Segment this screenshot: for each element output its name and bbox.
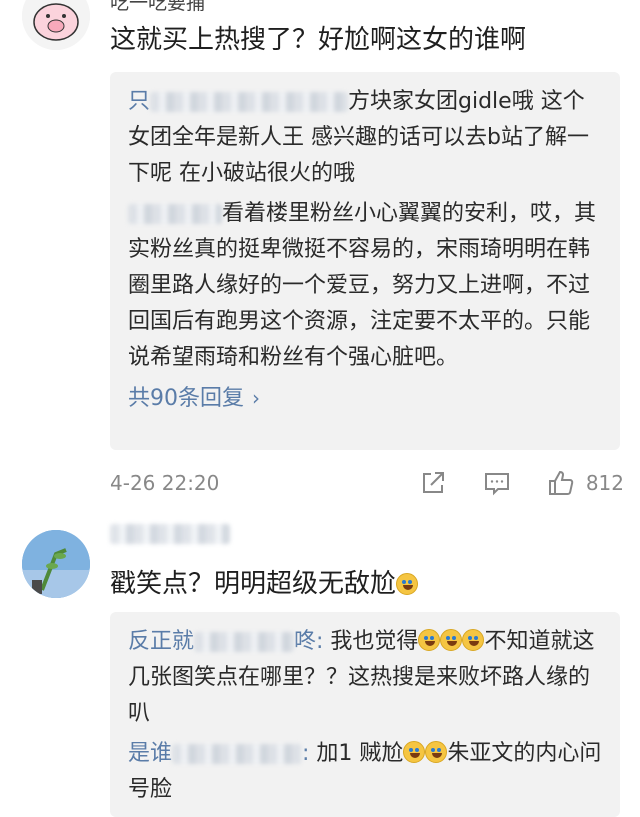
- avatar[interactable]: [22, 0, 90, 50]
- shrug-emoji-icon: [396, 573, 419, 595]
- comment-text: 这就买上热搜了？好尬啊这女的谁啊: [110, 25, 527, 55]
- share-icon: [422, 472, 444, 493]
- more-replies-link[interactable]: 共90条回复 ›: [128, 380, 602, 412]
- blurred-username: [128, 204, 222, 224]
- like-button[interactable]: 812: [546, 468, 624, 498]
- reply-author-suffix: 咚:: [294, 629, 324, 654]
- reply-box[interactable]: 只方块家女团gidle哦 这个女团全年是新人王 感兴趣的话可以去b站了解一下呢 …: [110, 72, 620, 450]
- reply-author[interactable]: 只: [128, 89, 349, 114]
- reply-text: 加1 贼尬: [309, 741, 404, 766]
- reply-text: 看着楼里粉丝小心翼翼的安利，哎，其实粉丝真的挺卑微挺不容易的，宋雨琦明明在韩圈里…: [128, 201, 597, 370]
- reply-author-text: 是谁: [128, 741, 173, 766]
- share-button[interactable]: [418, 468, 448, 498]
- like-count: 812: [585, 471, 624, 495]
- laugh-cry-emoji-icon: [425, 741, 448, 763]
- timestamp: 4-26 22:20: [110, 471, 220, 495]
- comment-username[interactable]: 吃一吃要捕: [110, 0, 310, 14]
- reply-author[interactable]: 是谁:: [128, 741, 309, 766]
- comment-text: 戳笑点？明明超级无敌尬: [110, 566, 624, 602]
- laugh-cry-emoji-icon: [462, 629, 485, 651]
- laugh-cry-emoji-icon: [418, 629, 441, 651]
- reply-author[interactable]: 反正就 咚:: [128, 629, 323, 654]
- comment-username[interactable]: [110, 524, 230, 546]
- reply-item[interactable]: 只方块家女团gidle哦 这个女团全年是新人王 感兴趣的话可以去b站了解一下呢 …: [128, 84, 602, 192]
- comment-item: 吃一吃要捕 这就买上热搜了？好尬啊这女的谁啊 只方块家女团gidle哦 这个女团…: [0, 0, 640, 510]
- comment-item: 戳笑点？明明超级无敌尬 反正就 咚: 我也觉得 不知道就这几张图笑点在哪里？？这热搜…: [0, 510, 640, 817]
- avatar[interactable]: [22, 530, 90, 598]
- reply-author-text: 反正就: [128, 629, 195, 654]
- comment-button[interactable]: [482, 468, 512, 498]
- blurred-username: [110, 524, 230, 544]
- comment-icon: [484, 473, 509, 496]
- reply-text: 我也觉得: [323, 629, 419, 654]
- chevron-right-icon: ›: [252, 386, 260, 410]
- laugh-cry-emoji-icon: [440, 629, 463, 651]
- comment-meta-bar: 4-26 22:20 812: [110, 466, 624, 500]
- comment-text-content: 戳笑点？明明超级无敌尬: [110, 569, 397, 599]
- reply-item[interactable]: 反正就 咚: 我也觉得 不知道就这几张图笑点在哪里？？这热搜是来败坏路人缘的叭: [128, 624, 602, 732]
- reply-box[interactable]: 反正就 咚: 我也觉得 不知道就这几张图笑点在哪里？？这热搜是来败坏路人缘的叭 是谁…: [110, 612, 620, 817]
- reply-author-text: 只: [128, 89, 151, 114]
- reply-item[interactable]: 是谁: 加1 贼尬 朱亚文的内心问号脸: [128, 736, 602, 808]
- blurred-username: [150, 92, 349, 112]
- reply-author[interactable]: [128, 201, 222, 226]
- reply-item[interactable]: 看着楼里粉丝小心翼翼的安利，哎，其实粉丝真的挺卑微挺不容易的，宋雨琦明明在韩圈里…: [128, 196, 602, 376]
- more-replies-text: 共90条回复: [128, 386, 244, 411]
- username-text: 吃一吃要捕: [110, 0, 206, 14]
- laugh-cry-emoji-icon: [403, 741, 426, 763]
- blurred-username: [172, 744, 303, 764]
- thumbs-up-icon: [548, 470, 574, 495]
- blurred-username: [194, 632, 295, 652]
